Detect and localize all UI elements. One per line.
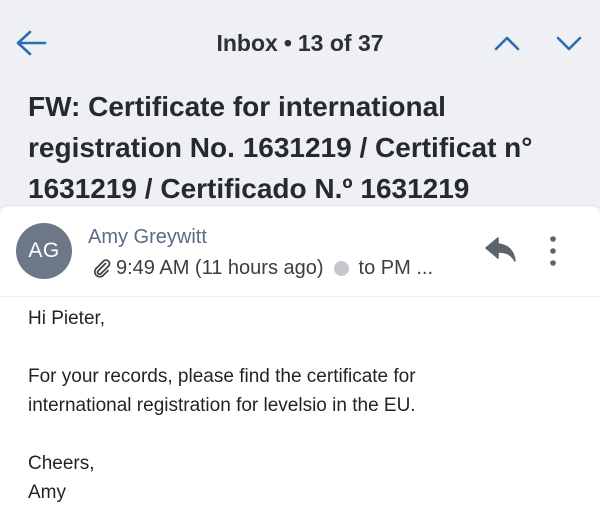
sender-name[interactable]: Amy Greywitt <box>88 226 207 249</box>
divider <box>0 296 600 297</box>
more-vertical-icon[interactable] <box>540 233 566 269</box>
avatar[interactable]: AG <box>16 223 72 279</box>
body-signature: Amy <box>28 482 66 503</box>
body-closing: Cheers, <box>28 453 95 474</box>
previous-message-chevron-up-icon[interactable] <box>492 30 522 56</box>
message-body: Hi Pieter, For your records, please find… <box>28 304 588 507</box>
message-time: 9:49 AM (11 hours ago) <box>116 256 324 279</box>
body-greeting: Hi Pieter, <box>28 308 106 329</box>
paperclip-icon <box>92 258 112 278</box>
mailbox-label: Inbox <box>216 30 278 56</box>
top-navigation-bar: Inbox • 13 of 37 <box>0 0 600 84</box>
body-line-2: international registration for levelsio … <box>28 395 416 416</box>
separator-dot: • <box>283 30 292 56</box>
recipient-summary: to PM ... <box>358 256 433 279</box>
message-card: AG Amy Greywitt 9:49 AM (11 hours ago) t… <box>0 205 600 530</box>
email-subject: FW: Certificate for international regist… <box>28 91 533 204</box>
reply-icon[interactable] <box>482 234 520 266</box>
body-line-1: For your records, please find the certif… <box>28 366 416 387</box>
next-message-chevron-down-icon[interactable] <box>554 30 584 56</box>
message-counter: 13 of 37 <box>297 30 384 56</box>
message-meta[interactable]: 9:49 AM (11 hours ago) to PM ... <box>92 255 433 281</box>
status-dot <box>333 260 349 276</box>
